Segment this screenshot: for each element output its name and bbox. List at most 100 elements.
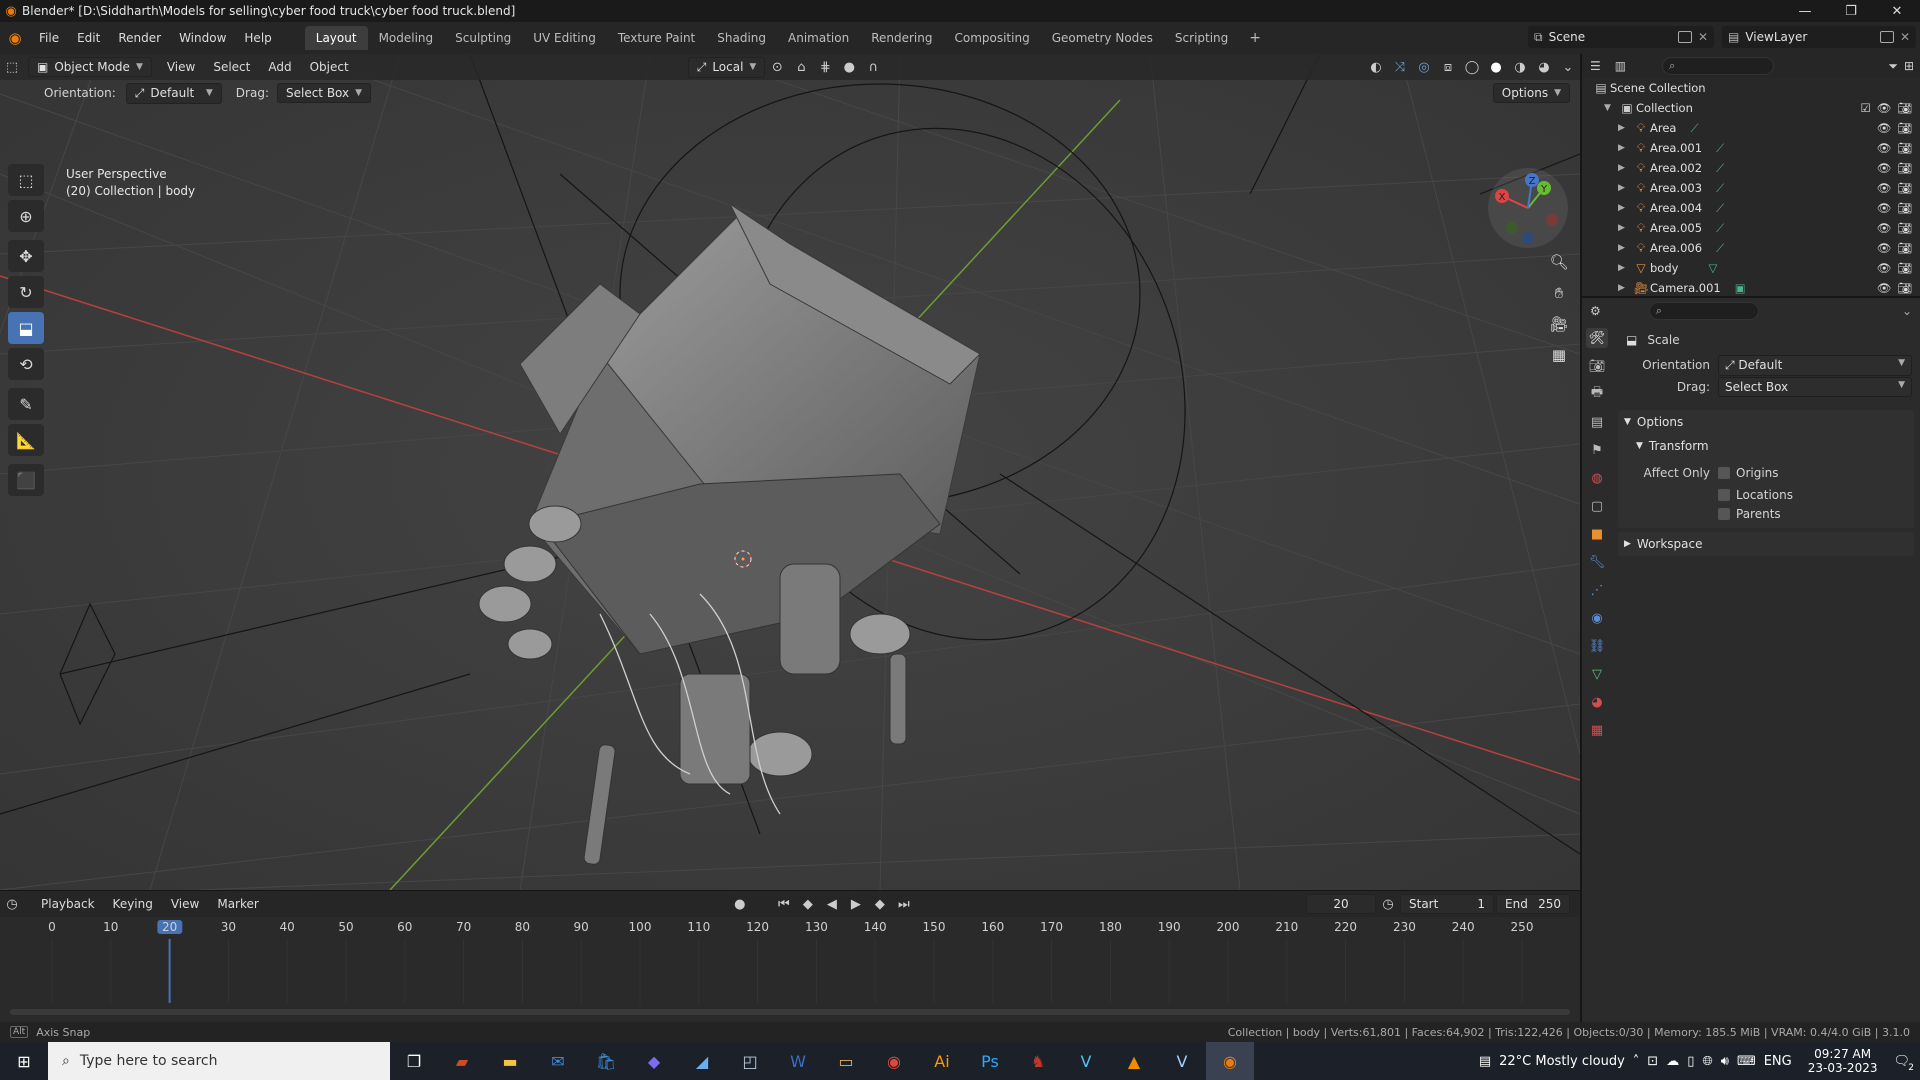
rendered-shading-icon[interactable]: ◕	[1532, 56, 1556, 78]
preview-range-icon[interactable]: ◷	[1376, 893, 1400, 915]
filter-icon[interactable]: ⏷	[1888, 59, 1898, 74]
app-icon[interactable]: ▭	[822, 1042, 870, 1080]
app-icon[interactable]: ◰	[726, 1042, 774, 1080]
close-button[interactable]: ✕	[1874, 0, 1920, 22]
jump-keyframe-back-icon[interactable]: ◆	[796, 893, 820, 915]
mode-dropdown[interactable]: ▣ Object Mode ▼	[28, 57, 152, 77]
expand-arrow-icon[interactable]: ▶	[1618, 283, 1632, 293]
scene-collection-row[interactable]: ▤ Scene Collection	[1582, 78, 1920, 98]
current-frame-field[interactable]: 20	[1306, 894, 1376, 914]
outliner-item-area-006[interactable]: ▶ 💡︎ Area.006 ⟋ 👁︎ 📷︎	[1582, 238, 1920, 258]
camera-icon[interactable]: 📷︎	[1897, 121, 1912, 135]
cursor-tool[interactable]: ⊕	[8, 200, 44, 232]
remove-scene-icon[interactable]: ✕	[1698, 30, 1708, 44]
drag-dropdown[interactable]: Select Box ▼	[1718, 377, 1912, 397]
menu-window[interactable]: Window	[170, 31, 235, 45]
camera-icon[interactable]: 📷︎	[1897, 161, 1912, 175]
outliner-item-area-002[interactable]: ▶ 💡︎ Area.002 ⟋ 👁︎ 📷︎	[1582, 158, 1920, 178]
ortho-grid-icon[interactable]: ▦	[1547, 343, 1571, 367]
tab-modeling[interactable]: Modeling	[368, 26, 445, 50]
menu-playback[interactable]: Playback	[32, 897, 104, 911]
overlay-toggle-icon[interactable]: ◎	[1412, 56, 1436, 78]
outliner-item-area-001[interactable]: ▶ 💡︎ Area.001 ⟋ 👁︎ 📷︎	[1582, 138, 1920, 158]
tab-texture-paint[interactable]: Texture Paint	[607, 26, 706, 50]
origins-checkbox[interactable]	[1718, 467, 1730, 479]
taskbar-search-input[interactable]: ⌕ Type here to search	[48, 1042, 390, 1080]
menu-view[interactable]: View	[158, 60, 204, 74]
display-mode-icon[interactable]: ▥	[1615, 59, 1626, 73]
tab-compositing[interactable]: Compositing	[943, 26, 1040, 50]
navigation-gizmo[interactable]: X Y Z	[1488, 168, 1568, 248]
tab-rendering[interactable]: Rendering	[860, 26, 943, 50]
xray-toggle-icon[interactable]: ⧈	[1436, 56, 1460, 78]
output-tab-icon[interactable]: 🖶︎	[1586, 384, 1608, 404]
start-frame-field[interactable]: Start 1	[1400, 894, 1494, 914]
particles-tab-icon[interactable]: ⋰	[1586, 580, 1608, 600]
tab-sculpting[interactable]: Sculpting	[444, 26, 522, 50]
expand-arrow-icon[interactable]: ▶	[1618, 143, 1632, 153]
play-reverse-icon[interactable]: ◀	[820, 893, 844, 915]
eye-icon[interactable]: 👁︎	[1877, 141, 1892, 155]
scene-selector[interactable]: ⧉ Scene ✕	[1528, 26, 1714, 48]
world-tab-icon[interactable]: ◍	[1586, 468, 1608, 488]
chrome-icon[interactable]: ◉	[870, 1042, 918, 1080]
camera-icon[interactable]: 📷︎	[1897, 181, 1912, 195]
checkbox-icon[interactable]: ☑	[1860, 101, 1870, 115]
material-shading-icon[interactable]: ◑	[1508, 56, 1532, 78]
new-view-layer-icon[interactable]	[1879, 31, 1894, 43]
menu-add[interactable]: Add	[259, 60, 300, 74]
expand-arrow-icon[interactable]: ▶	[1618, 163, 1632, 173]
jump-end-icon[interactable]: ⏭	[892, 893, 916, 915]
eye-icon[interactable]: 👁︎	[1877, 241, 1892, 255]
menu-render[interactable]: Render	[109, 31, 170, 45]
expand-arrow-icon[interactable]: ▶	[1618, 243, 1632, 253]
parents-checkbox[interactable]	[1718, 508, 1730, 520]
rotate-tool[interactable]: ↻	[8, 276, 44, 308]
scene-tab-icon[interactable]: ⚑	[1586, 440, 1608, 460]
tab-uv-editing[interactable]: UV Editing	[522, 26, 607, 50]
constraints-tab-icon[interactable]: ⛓︎	[1586, 636, 1608, 656]
task-view-icon[interactable]: ❐	[390, 1042, 438, 1080]
menu-marker[interactable]: Marker	[208, 897, 267, 911]
modifiers-tab-icon[interactable]: 🔧︎	[1586, 552, 1608, 572]
app-icon[interactable]: V	[1062, 1042, 1110, 1080]
transform-tool[interactable]: ⟲	[8, 348, 44, 380]
eye-icon[interactable]: 👁︎	[1877, 281, 1892, 295]
texture-tab-icon[interactable]: ▦	[1586, 720, 1608, 740]
camera-icon[interactable]: 📷︎	[1897, 141, 1912, 155]
camera-icon[interactable]: 📷︎	[1897, 241, 1912, 255]
transform-orientation-dropdown[interactable]: ⤢ Local ▼	[687, 56, 766, 78]
outliner-item-area[interactable]: ▶ 💡︎ Area ⟋ 👁︎ 📷︎	[1582, 118, 1920, 138]
snap-target-icon[interactable]: ⋕	[813, 56, 837, 78]
blender-menu-icon[interactable]: ◉	[0, 29, 30, 47]
network-icon[interactable]: 🌐︎	[1702, 1054, 1712, 1069]
tab-geometry-nodes[interactable]: Geometry Nodes	[1041, 26, 1164, 50]
expand-arrow-icon[interactable]: ▶	[1618, 183, 1632, 193]
eye-icon[interactable]: 👁︎	[1877, 121, 1892, 135]
viewport-scene[interactable]	[0, 54, 1580, 890]
jump-keyframe-forward-icon[interactable]: ◆	[868, 893, 892, 915]
visibility-icon[interactable]: ◐	[1364, 56, 1388, 78]
jump-start-icon[interactable]: ⏮	[772, 893, 796, 915]
scale-tool[interactable]: ⬓	[8, 312, 44, 344]
transform-subpanel-header[interactable]: ▼ Transform	[1618, 434, 1914, 458]
gizmo-toggle-icon[interactable]: ⤨	[1388, 56, 1412, 78]
locations-checkbox[interactable]	[1718, 489, 1730, 501]
tab-animation[interactable]: Animation	[777, 26, 860, 50]
menu-object[interactable]: Object	[301, 60, 358, 74]
tab-shading[interactable]: Shading	[706, 26, 777, 50]
expand-arrow-icon[interactable]: ▶	[1618, 263, 1632, 273]
collection-row[interactable]: ▼ ▣ Collection ☑ 👁︎ 📷︎	[1582, 98, 1920, 118]
snap-icon[interactable]: ⌂	[789, 56, 813, 78]
app-icon[interactable]: ♞	[1014, 1042, 1062, 1080]
physics-tab-icon[interactable]: ◉	[1586, 608, 1608, 628]
solid-shading-icon[interactable]: ●	[1484, 56, 1508, 78]
outliner-editor-icon[interactable]: ☰	[1590, 59, 1601, 73]
eye-icon[interactable]: 👁︎	[1877, 221, 1892, 235]
outliner-item-area-004[interactable]: ▶ 💡︎ Area.004 ⟋ 👁︎ 📷︎	[1582, 198, 1920, 218]
camera-icon[interactable]: 📷︎	[1897, 281, 1912, 295]
pan-hand-icon[interactable]: ✋︎	[1547, 281, 1571, 305]
measure-tool[interactable]: 📐	[8, 424, 44, 456]
view-layer-selector[interactable]: ▤ ViewLayer ✕	[1722, 26, 1916, 48]
tab-layout[interactable]: Layout	[304, 26, 368, 50]
